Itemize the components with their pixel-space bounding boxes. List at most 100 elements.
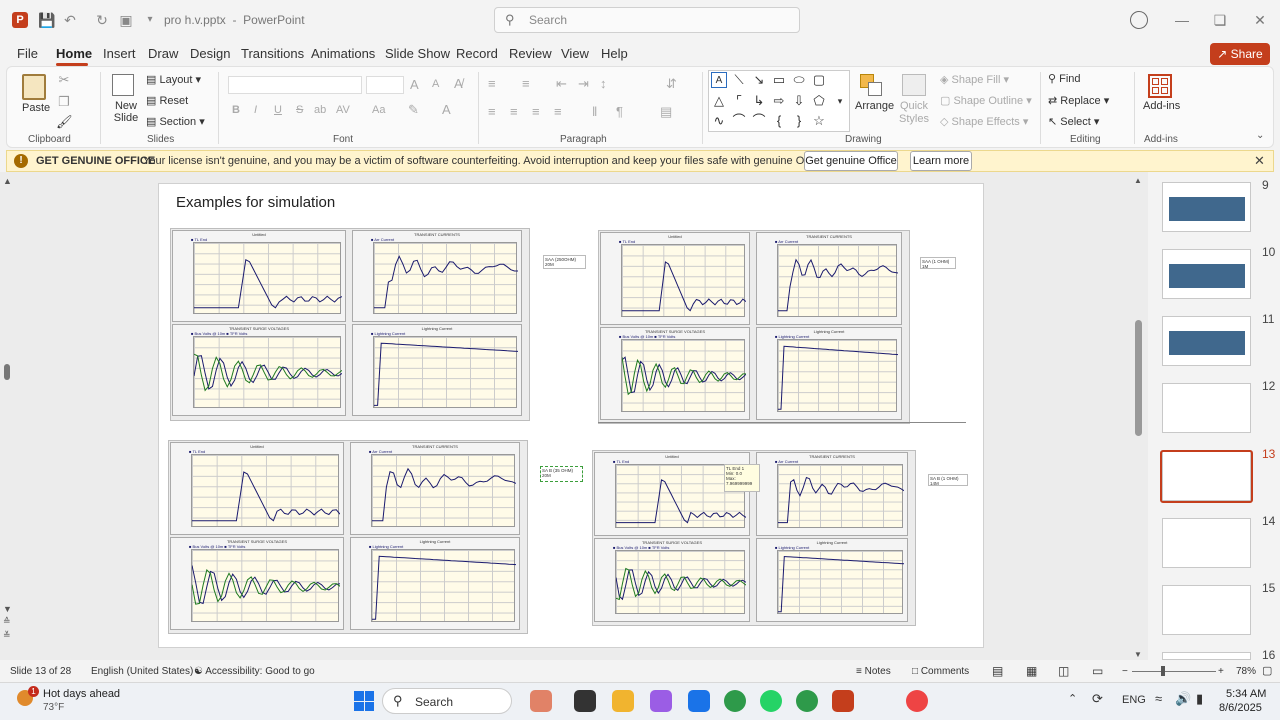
tab-slide-show[interactable]: Slide Show [385,46,450,61]
elbow-connector-icon[interactable]: ⌜ [731,93,747,109]
slide-counter[interactable]: Slide 13 of 28 [10,666,71,677]
grow-font-button[interactable]: A [410,77,419,92]
sim-chart[interactable]: Untitled ■ TL End [170,442,344,535]
customize-toolbar-icon[interactable]: ▾ [142,12,158,28]
increase-indent-icon[interactable]: ⇥ [578,76,589,92]
columns-icon[interactable]: ‖ [592,104,597,119]
save-icon[interactable]: 💾 [38,12,55,28]
sim-chart[interactable]: Lightning Current ■ Lightning Current [756,327,902,420]
accessibility-status[interactable]: ☯ Accessibility: Good to go [194,666,315,677]
tab-review[interactable]: Review [509,46,552,61]
right-arrow-icon[interactable]: ⇨ [771,93,787,109]
tab-animations[interactable]: Animations [311,46,375,61]
normal-view-icon[interactable]: ▤ [992,664,1003,678]
chrome-icon[interactable] [724,690,746,712]
minimize-button[interactable]: — [1172,10,1192,30]
chrome-profile-icon[interactable] [796,690,818,712]
widgets-app-icon[interactable] [530,690,552,712]
colorful-app-icon[interactable] [906,690,928,712]
shrink-font-button[interactable]: A [432,78,439,90]
slide-thumbnail[interactable] [1162,652,1251,660]
quick-styles-button[interactable]: Quick Styles [896,100,932,126]
sim-chart[interactable]: Lightning Current ■ Lightning Current [350,537,520,630]
scroll-up-icon[interactable]: ▲ [3,176,12,186]
slide-thumbnail[interactable] [1162,585,1251,635]
zoom-out-icon[interactable]: − [1122,666,1128,677]
powerpoint-taskbar-icon[interactable] [832,690,854,712]
shape-outline-button[interactable]: ▢ Shape Outline ▾ [940,94,1032,107]
sim-chart[interactable]: TRANSIENT SURGE VOLTAGES ■ Bus Volts @ 10… [172,324,346,416]
shape-fill-button[interactable]: ◈ Shape Fill ▾ [940,73,1009,86]
fit-slide-icon[interactable]: ▢ [1262,664,1272,677]
font-size-dropdown[interactable] [366,76,404,94]
get-genuine-office-button[interactable]: Get genuine Office [804,151,898,171]
sim-chart[interactable]: TRANSIENT CURRENTS ■ Arr Current [756,232,902,325]
collapse-ribbon-icon[interactable]: ⌄ [1256,130,1264,141]
learn-more-button[interactable]: Learn more [910,151,972,171]
rectangle-icon[interactable]: ▭ [771,72,787,88]
char-spacing-button[interactable]: AV [336,104,350,116]
account-avatar[interactable] [1130,11,1148,29]
tab-record[interactable]: Record [456,46,498,61]
numbering-icon[interactable]: ≡ [522,76,530,91]
slideshow-view-icon[interactable]: ▭ [1092,664,1103,678]
slide-thumbnail[interactable] [1162,249,1251,299]
tab-view[interactable]: View [561,46,589,61]
note-box[interactable]: SA B (1 OHM) 14M [928,474,968,486]
sync-icon[interactable]: ⟳ [1092,691,1103,707]
highlight-icon[interactable]: ✎ [408,102,419,118]
add-ins-button[interactable]: Add-ins [1143,100,1180,112]
next-slide-icon[interactable]: ≚ [3,630,11,641]
down-arrow-icon[interactable]: ⇩ [791,93,807,109]
slide-thumbnail[interactable] [1162,316,1251,366]
sim-chart[interactable]: TRANSIENT SURGE VOLTAGES ■ Bus Volts @ 10… [594,538,750,622]
divider-line[interactable] [598,422,966,423]
line-spacing-icon[interactable]: ↕ [600,76,607,91]
slide-thumbnail[interactable] [1162,383,1251,433]
taskbar-search[interactable]: ⚲ Search [382,688,512,714]
scroll-down-icon[interactable]: ▼ [3,604,12,614]
prev-slide-icon[interactable]: ≙ [3,616,11,627]
shape-effects-button[interactable]: ◇ Shape Effects ▾ [940,115,1028,128]
sim-chart[interactable]: Lightning Current ■ Lightning Current [352,324,522,416]
note-box-selected[interactable]: SA B (35 OHM) 20M [540,466,583,482]
font-color-icon[interactable]: A [442,102,451,117]
tab-insert[interactable]: Insert [103,46,136,61]
gallery-more-icon[interactable]: ▾ [832,93,848,109]
bullets-icon[interactable]: ≡ [488,76,496,91]
whatsapp-icon[interactable] [760,690,782,712]
tab-design[interactable]: Design [190,46,230,61]
battery-icon[interactable]: ▮ [1196,691,1203,707]
copilot-icon[interactable] [650,690,672,712]
sim-chart[interactable]: Lightning Current ■ Lightning Current [756,538,908,622]
arc-icon[interactable]: ⌒ [731,113,747,129]
sim-chart[interactable]: TRANSIENT CURRENTS ■ Arr Current [756,452,908,536]
tab-home[interactable]: Home [56,46,92,61]
share-button[interactable]: ↗ Share [1210,43,1270,65]
tab-file[interactable]: File [17,46,38,61]
arrow-line-icon[interactable]: ↘ [751,72,767,88]
close-icon[interactable]: ✕ [1254,153,1265,169]
italic-button[interactable]: I [254,104,257,116]
flowchart-icon[interactable]: ⬠ [811,93,827,109]
oval-icon[interactable]: ⬭ [791,72,807,88]
triangle-icon[interactable]: △ [711,93,727,109]
scroll-down-icon[interactable]: ▼ [1134,650,1142,659]
left-brace-icon[interactable]: { [771,113,787,129]
notes-button[interactable]: ≡ Notes [856,666,891,677]
freeform-icon[interactable]: ∿ [711,113,727,129]
tab-transitions[interactable]: Transitions [241,46,304,61]
strikethrough-button[interactable]: S [296,104,303,116]
store-icon[interactable] [688,690,710,712]
zoom-slider-thumb[interactable] [1161,666,1165,676]
star-icon[interactable]: ☆ [811,113,827,129]
cut-icon[interactable]: ✂ [56,72,72,88]
right-brace-icon[interactable]: } [791,113,807,129]
align-right-icon[interactable]: ≡ [532,104,540,119]
close-window-button[interactable]: ✕ [1250,10,1270,30]
quick-styles-icon[interactable] [902,74,926,96]
elbow-arrow-icon[interactable]: ↳ [751,93,767,109]
zoom-level[interactable]: 78% [1236,666,1256,677]
replace-button[interactable]: ⇄ Replace ▾ [1048,94,1109,107]
reset-button[interactable]: ▤ Reset [146,94,188,107]
